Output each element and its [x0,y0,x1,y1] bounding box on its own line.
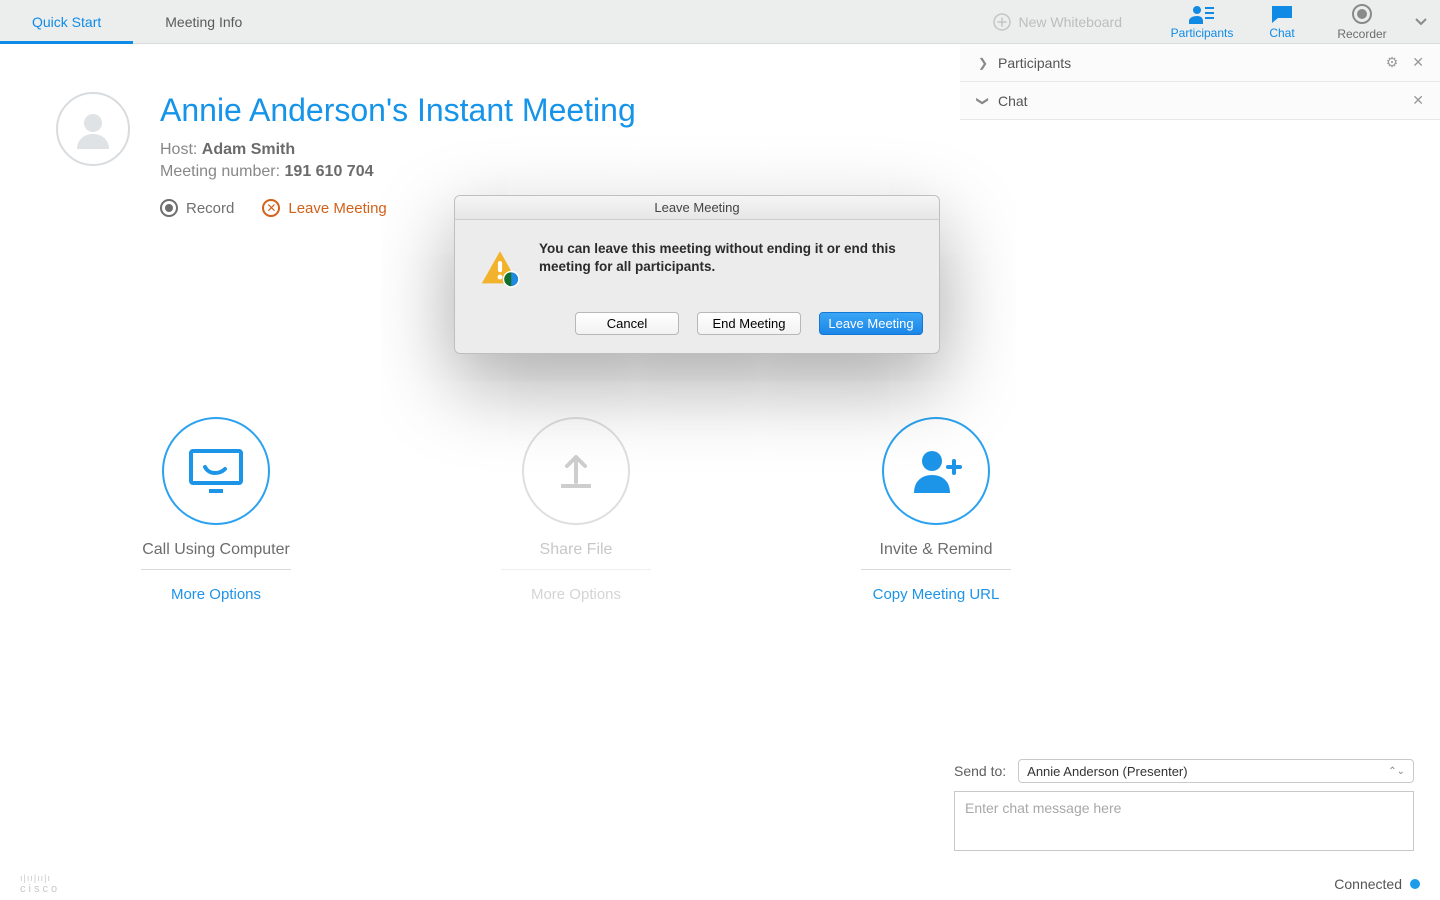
tab-meeting-info[interactable]: Meeting Info [133,0,274,43]
select-arrows-icon: ⌃⌄ [1388,766,1405,777]
send-to-label: Send to: [954,763,1006,779]
avatar [56,92,130,166]
end-meeting-button[interactable]: End Meeting [697,312,801,335]
top-tab-bar: Quick Start Meeting Info New Whiteboard … [0,0,1440,44]
new-whiteboard-label: New Whiteboard [1019,14,1123,30]
panel-dropdown-toggle[interactable] [1402,0,1440,43]
call-using-computer-tile[interactable]: Call Using Computer More Options [126,417,306,603]
leave-meeting-dialog: Leave Meeting You can leave this meeting… [454,195,940,354]
copy-meeting-url-link[interactable]: Copy Meeting URL [873,586,1000,603]
record-label: Record [186,200,234,217]
footer: ı|ıı|ıı|ı cisco Connected [0,868,1440,900]
leave-meeting-link[interactable]: ✕ Leave Meeting [262,199,386,217]
chevron-down-icon [1414,15,1428,29]
recorder-panel-button[interactable]: Recorder [1322,0,1402,43]
share-label: Share File [501,541,651,570]
chat-panel-button[interactable]: Chat [1242,0,1322,43]
upload-icon [553,448,599,494]
leave-label: Leave Meeting [288,200,386,217]
share-more-options-link: More Options [531,586,621,603]
meeting-number: Meeting number: 191 610 704 [160,163,636,181]
plus-circle-icon [993,13,1011,31]
share-file-tile: Share File More Options [486,417,666,603]
recorder-icon [1351,3,1373,25]
meeting-title: Annie Anderson's Instant Meeting [160,92,636,129]
chat-recipient-select[interactable]: Annie Anderson (Presenter) ⌃⌄ [1018,759,1414,783]
close-circle-icon: ✕ [262,199,280,217]
new-whiteboard-button[interactable]: New Whiteboard [993,0,1163,43]
chat-panel-label: Chat [1269,26,1294,40]
monitor-phone-icon [187,445,245,497]
participants-panel-button[interactable]: Participants [1162,0,1242,43]
tab-quick-start[interactable]: Quick Start [0,0,133,43]
status-dot-icon [1410,879,1420,889]
invite-label: Invite & Remind [861,541,1011,570]
call-more-options-link[interactable]: More Options [171,586,261,603]
warning-icon [479,240,521,296]
person-icon [71,107,115,151]
connection-label: Connected [1334,876,1402,892]
cisco-logo: ı|ıı|ıı|ı cisco [20,873,60,895]
call-label: Call Using Computer [141,541,291,570]
connection-status[interactable]: Connected [1334,876,1420,892]
participants-panel-label: Participants [1171,26,1234,40]
record-icon [160,199,178,217]
chat-icon [1270,4,1294,24]
participants-icon [1189,4,1215,24]
add-person-icon [908,447,964,495]
chat-input[interactable] [954,791,1414,851]
invite-remind-tile[interactable]: Invite & Remind Copy Meeting URL [846,417,1026,603]
cancel-button[interactable]: Cancel [575,312,679,335]
chat-recipient-value: Annie Anderson (Presenter) [1027,764,1187,779]
dialog-title: Leave Meeting [455,196,939,220]
dialog-message: You can leave this meeting without endin… [539,240,915,296]
recorder-panel-label: Recorder [1337,27,1386,41]
meeting-host: Host: Adam Smith [160,141,636,159]
leave-meeting-button[interactable]: Leave Meeting [819,312,923,335]
chat-compose-area: Send to: Annie Anderson (Presenter) ⌃⌄ [954,759,1414,856]
record-button[interactable]: Record [160,199,234,217]
